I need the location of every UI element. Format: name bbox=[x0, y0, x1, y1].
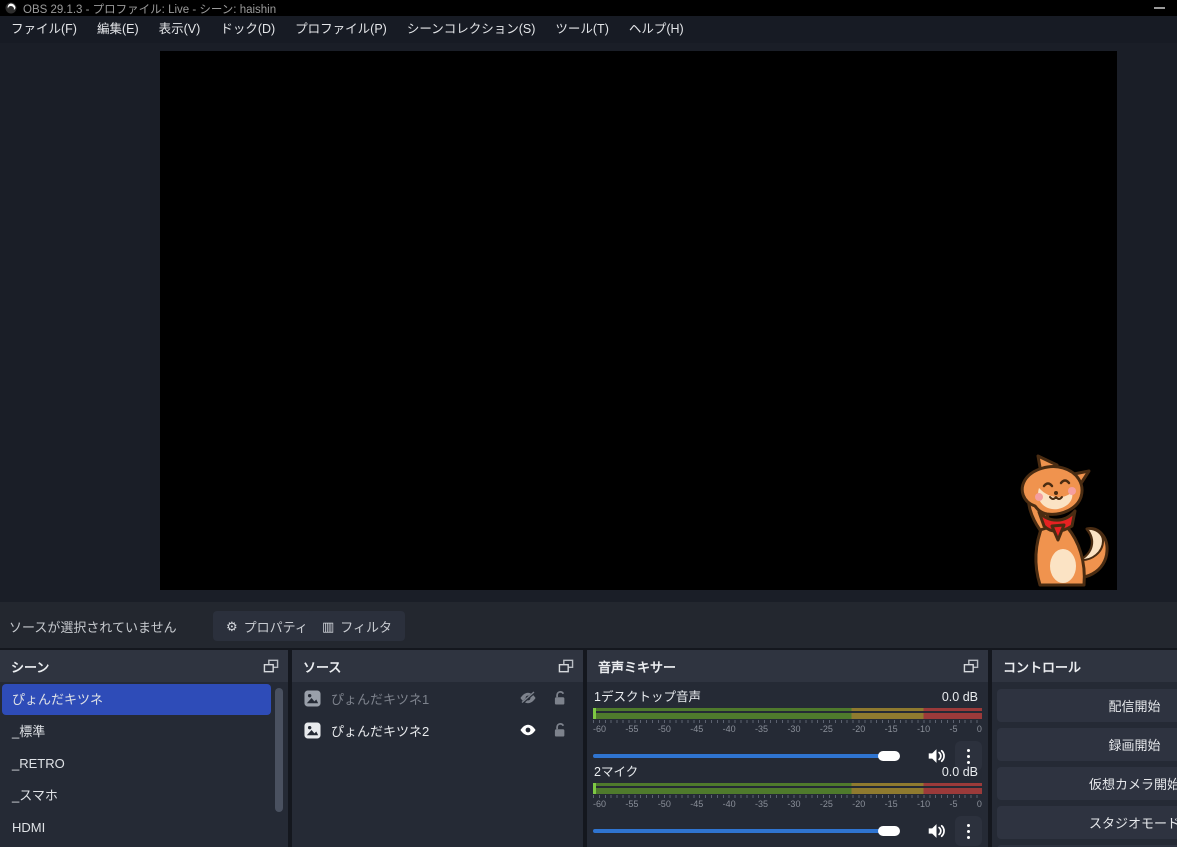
menu-scene-collection[interactable]: シーンコレクション(S) bbox=[397, 16, 546, 43]
audio-mixer-dock: 音声ミキサー 1デスクトップ音声 0.0 dB -60-55-50-45-40-… bbox=[587, 650, 988, 847]
window-title: OBS 29.1.3 - プロファイル: Live - シーン: haishin bbox=[23, 1, 276, 17]
eye-slash-icon[interactable] bbox=[519, 690, 537, 706]
menubar: ファイル(F) 編集(E) 表示(V) ドック(D) プロファイル(P) シーン… bbox=[0, 16, 1177, 43]
popout-icon[interactable] bbox=[963, 659, 979, 673]
popout-icon[interactable] bbox=[263, 659, 279, 673]
channel-name: 2マイク bbox=[594, 761, 638, 780]
controls-dock-header: コントロール bbox=[992, 650, 1177, 682]
volume-meter bbox=[593, 783, 982, 794]
source-row[interactable]: ぴょんだキツネ2 bbox=[292, 714, 583, 746]
filters-button-label: フィルタ bbox=[340, 617, 392, 636]
menu-file[interactable]: ファイル(F) bbox=[1, 16, 87, 43]
statusbar: ソースが選択されていません ⚙ プロパティ ▥ フィルタ bbox=[0, 602, 1177, 648]
minimize-button[interactable] bbox=[1154, 7, 1165, 9]
scenes-dock-title: シーン bbox=[11, 657, 263, 676]
start-recording-button[interactable]: 録画開始 bbox=[997, 728, 1177, 761]
filters-button[interactable]: ▥ フィルタ bbox=[309, 611, 405, 641]
image-source-icon bbox=[304, 690, 321, 707]
channel-db-value: 0.0 dB bbox=[942, 765, 978, 779]
controls-dock: コントロール 配信開始 録画開始 仮想カメラ開始 スタジオモード bbox=[992, 650, 1177, 847]
mixer-dock-title: 音声ミキサー bbox=[598, 657, 963, 676]
source-row[interactable]: ぴょんだキツネ1 bbox=[292, 682, 583, 714]
fox-mascot-image bbox=[1005, 453, 1115, 590]
channel-db-value: 0.0 dB bbox=[942, 690, 978, 704]
controls-dock-title: コントロール bbox=[1003, 657, 1177, 676]
scene-item[interactable]: HDMI bbox=[0, 812, 288, 844]
volume-slider-handle[interactable] bbox=[878, 751, 900, 761]
menu-edit[interactable]: 編集(E) bbox=[87, 16, 149, 43]
filter-icon: ▥ bbox=[322, 620, 334, 633]
channel-name: 1デスクトップ音声 bbox=[594, 686, 701, 705]
properties-button-label: プロパティ bbox=[244, 617, 308, 636]
meter-tickmarks bbox=[593, 720, 982, 723]
start-virtual-camera-button[interactable]: 仮想カメラ開始 bbox=[997, 767, 1177, 800]
properties-button[interactable]: ⚙ プロパティ bbox=[213, 611, 321, 641]
docks-area: シーン ぴょんだキツネ _標準 _RETRO _スマホ HDMI ソース bbox=[0, 648, 1177, 847]
image-source-icon bbox=[304, 722, 321, 739]
menu-dock[interactable]: ドック(D) bbox=[210, 16, 285, 43]
unlock-icon[interactable] bbox=[551, 722, 569, 738]
workspace bbox=[0, 43, 1177, 602]
channel-options-button[interactable] bbox=[955, 816, 982, 846]
studio-mode-button[interactable]: スタジオモード bbox=[997, 806, 1177, 839]
titlebar: OBS 29.1.3 - プロファイル: Live - シーン: haishin bbox=[0, 0, 1177, 16]
menu-help[interactable]: ヘルプ(H) bbox=[619, 16, 694, 43]
scene-item-selected[interactable]: ぴょんだキツネ bbox=[2, 684, 271, 715]
mixer-dock-header: 音声ミキサー bbox=[587, 650, 988, 682]
scenes-scrollbar[interactable] bbox=[275, 688, 283, 812]
menu-view[interactable]: 表示(V) bbox=[149, 16, 211, 43]
mixer-channel-desktop-audio: 1デスクトップ音声 0.0 dB -60-55-50-45-40-35-30-2… bbox=[593, 686, 982, 771]
volume-meter bbox=[593, 708, 982, 719]
source-label: ぴょんだキツネ2 bbox=[331, 721, 509, 740]
speaker-icon[interactable] bbox=[927, 822, 946, 840]
meter-tickmarks bbox=[593, 795, 982, 798]
sources-dock-header: ソース bbox=[292, 650, 583, 682]
volume-slider-handle[interactable] bbox=[878, 826, 900, 836]
scene-item[interactable]: _スマホ bbox=[0, 780, 288, 812]
popout-icon[interactable] bbox=[558, 659, 574, 673]
sources-dock: ソース ぴょんだキツネ1 bbox=[292, 650, 583, 847]
meter-tick-labels: -60-55-50-45-40-35-30-25-20-15-10-50 bbox=[593, 724, 982, 734]
no-source-selected-message: ソースが選択されていません bbox=[9, 617, 177, 636]
scene-item[interactable]: _標準 bbox=[0, 716, 288, 748]
eye-icon[interactable] bbox=[519, 722, 537, 738]
scenes-dock-header: シーン bbox=[0, 650, 288, 682]
start-streaming-button[interactable]: 配信開始 bbox=[997, 689, 1177, 722]
scene-item[interactable]: _RETRO bbox=[0, 748, 288, 780]
gear-icon: ⚙ bbox=[226, 620, 238, 633]
source-label: ぴょんだキツネ1 bbox=[331, 689, 509, 708]
scenes-dock: シーン ぴょんだキツネ _標準 _RETRO _スマホ HDMI bbox=[0, 650, 288, 847]
meter-tick-labels: -60-55-50-45-40-35-30-25-20-15-10-50 bbox=[593, 799, 982, 809]
menu-tools[interactable]: ツール(T) bbox=[545, 16, 618, 43]
mixer-channel-mic: 2マイク 0.0 dB -60-55-50-45-40-35-30-25-20-… bbox=[593, 761, 982, 846]
sources-dock-title: ソース bbox=[303, 657, 558, 676]
obs-logo-icon bbox=[5, 2, 17, 14]
volume-slider[interactable] bbox=[593, 816, 918, 846]
menu-profile[interactable]: プロファイル(P) bbox=[285, 16, 397, 43]
preview-canvas[interactable] bbox=[160, 51, 1117, 590]
unlock-icon[interactable] bbox=[551, 690, 569, 706]
